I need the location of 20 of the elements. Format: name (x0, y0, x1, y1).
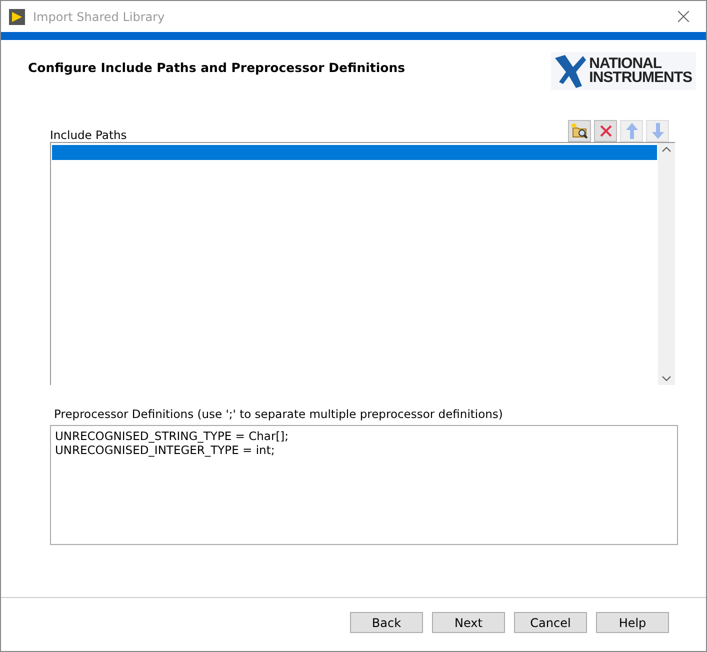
dialog-button[interactable]: Help (596, 612, 669, 633)
include-paths-label: Include Paths (50, 128, 127, 142)
down-arrow-icon (652, 123, 664, 139)
toolbar-button[interactable] (568, 120, 591, 142)
dialog-button[interactable]: Cancel (514, 612, 587, 633)
definitions-field[interactable]: UNRECOGNISED_STRING_TYPE = Char[]; UNRECOGNISED_INTEGER_TYPE = int; (50, 425, 678, 545)
delete-icon (600, 125, 612, 137)
dialog-button[interactable]: Next (432, 612, 505, 633)
close-icon (678, 11, 688, 22)
scrollbar[interactable] (658, 143, 675, 385)
definitions-label: Preprocessor Definitions (use ';' to separate multiple preprocessor definitions) (54, 407, 504, 421)
scroll-down-icon (662, 376, 671, 381)
page-title: Configure Include Paths and Preprocessor Definitions (28, 60, 406, 75)
dialog-button[interactable]: Back (350, 612, 423, 633)
app-icon (9, 8, 25, 24)
window-title: Import Shared Library (33, 10, 166, 24)
scroll-up-icon (662, 147, 671, 152)
company-logo: NATIONAL INSTRUMENTS (551, 52, 696, 90)
up-arrow-icon (626, 123, 638, 139)
folder-search-icon (570, 123, 588, 139)
